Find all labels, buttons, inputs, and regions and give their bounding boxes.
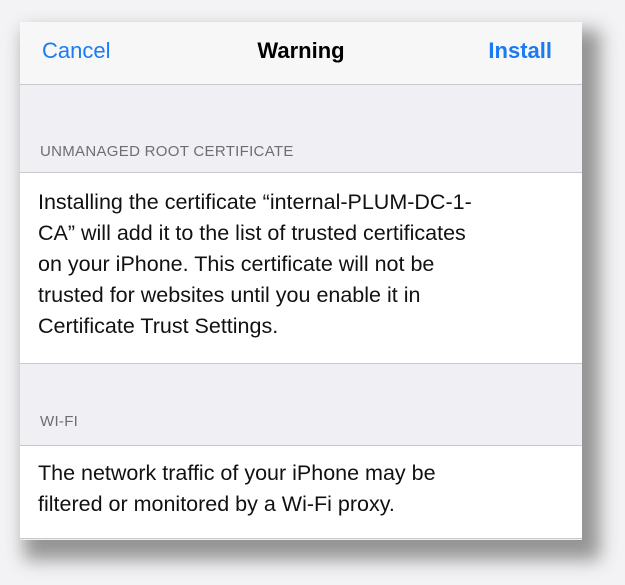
warning-sheet: Cancel Warning Install UNMANAGED ROOT CE… xyxy=(20,22,582,540)
wifi-warning-text: The network traffic of your iPhone may b… xyxy=(38,458,572,520)
warning-text-line: CA” will add it to the list of trusted c… xyxy=(38,221,466,245)
section-header-root-certificate: UNMANAGED ROOT CERTIFICATE xyxy=(40,143,294,160)
warning-text-line: Installing the certificate “internal-PLU… xyxy=(38,190,472,214)
section-header-wifi: WI-FI xyxy=(40,413,79,430)
warning-text-line: The network traffic of your iPhone may b… xyxy=(38,461,436,485)
root-certificate-warning-card: Installing the certificate “internal-PLU… xyxy=(20,172,582,364)
root-certificate-warning-text: Installing the certificate “internal-PLU… xyxy=(38,187,572,342)
warning-text-line: filtered or monitored by a Wi-Fi proxy. xyxy=(38,492,395,516)
install-button[interactable]: Install xyxy=(488,36,552,66)
wifi-warning-card: The network traffic of your iPhone may b… xyxy=(20,445,582,539)
warning-text-line: on your iPhone. This certificate will no… xyxy=(38,252,435,276)
navigation-bar: Cancel Warning Install xyxy=(20,22,582,85)
warning-text-line: Certificate Trust Settings. xyxy=(38,314,279,338)
warning-text-line: trusted for websites until you enable it… xyxy=(38,283,421,307)
